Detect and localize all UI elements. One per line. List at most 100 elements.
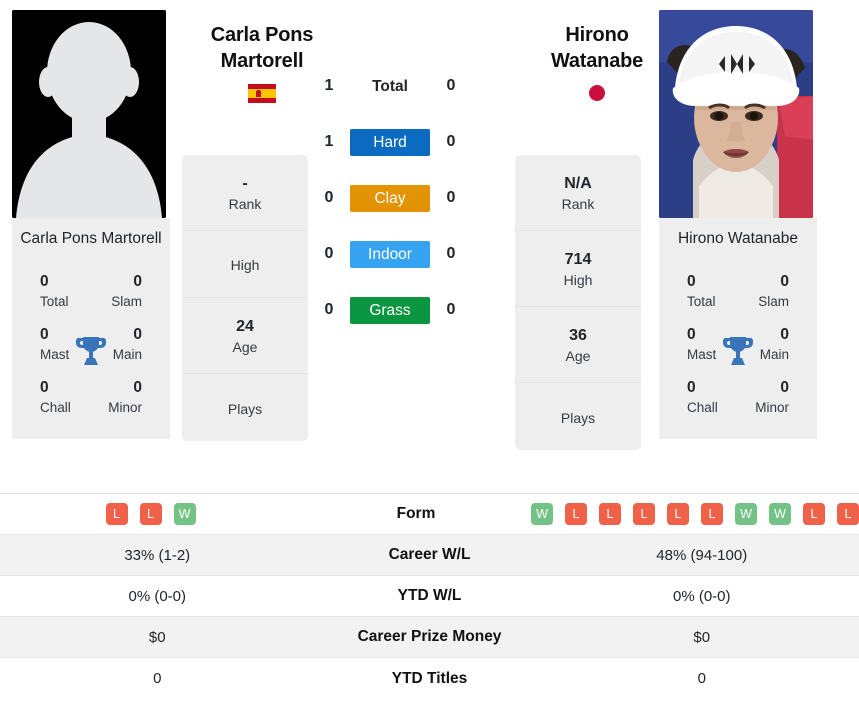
stat-row-ytd-titles: 0 YTD Titles 0 (0, 658, 859, 699)
trophy-icon (76, 336, 106, 365)
label: Plays (560, 409, 596, 426)
left-info-plays: Plays (182, 374, 308, 441)
label: Total (687, 294, 716, 309)
right-ytd-titles: 0 (697, 670, 706, 687)
form-badge[interactable]: W (531, 503, 553, 525)
right-player-name[interactable]: Hirono Watanabe (534, 22, 660, 74)
label: Age (232, 339, 258, 355)
form-badge[interactable]: L (633, 503, 655, 525)
stat-label-form: Form (396, 505, 436, 522)
stat-label-career-wl: Career W/L (388, 546, 471, 563)
value: 0 (40, 379, 49, 396)
stat-label-ytd-wl: YTD W/L (397, 587, 462, 604)
left-player-photo-caption: Carla Pons Martorell (12, 218, 170, 262)
surface-row-grass: 0 Grass 0 (308, 282, 483, 338)
left-player-photo[interactable] (12, 10, 166, 218)
stat-row-career-wl: 33% (1-2) Career W/L 48% (94-100) (0, 535, 859, 576)
label: Rank (561, 196, 595, 212)
form-badge[interactable]: L (599, 503, 621, 525)
stat-label-ytd-titles: YTD Titles (391, 669, 468, 687)
label: Total (40, 294, 69, 309)
right-score: 0 (446, 189, 456, 206)
stat-row-career-prize-money: $0 Career Prize Money $0 (0, 617, 859, 658)
form-badge[interactable]: L (105, 503, 128, 525)
label: Age (565, 348, 591, 364)
stat-row-form: LLW Form WLLLLLWWLL (0, 494, 859, 535)
right-titles-grid: 0 Total 0 Slam 0 Mast 0 Main 0 Chall 0 M… (659, 262, 817, 439)
left-score: 1 (324, 133, 334, 150)
surface-badge-hard: Hard (350, 128, 430, 156)
right-score: 0 (446, 133, 456, 150)
value: 0 (133, 273, 142, 290)
form-badge[interactable]: L (667, 503, 689, 525)
label: Slam (111, 294, 142, 309)
right-info-age: 36 Age (515, 307, 641, 383)
label: High (563, 272, 593, 288)
surface-label-total: Total (372, 77, 408, 95)
surface-row-hard: 1 Hard 0 (308, 114, 483, 170)
value: 36 (569, 327, 587, 344)
right-player-card[interactable]: Hirono Watanabe 0 Total 0 Slam 0 Mast 0 … (659, 10, 817, 439)
surface-badge-grass: Grass (350, 296, 430, 324)
left-player-name-block: Carla Pons Martorell (199, 22, 325, 106)
right-player-photo[interactable] (659, 10, 813, 218)
right-form-cell: WLLLLLWWLL (531, 503, 859, 525)
form-badge[interactable]: W (173, 503, 196, 525)
label: Rank (228, 196, 262, 212)
left-form-cell: LLW (0, 503, 301, 525)
label: Plays (227, 400, 263, 417)
label: Minor (108, 400, 142, 415)
left-title-minor: 0 Minor (91, 372, 160, 425)
form-badge[interactable]: W (735, 503, 757, 525)
value: 24 (236, 318, 254, 335)
form-badge[interactable]: W (769, 503, 791, 525)
left-info-age: 24 Age (182, 298, 308, 374)
left-score: 0 (324, 301, 334, 318)
comparison-header: Carla Pons Martorell 0 Total 0 Slam 0 Ma… (0, 0, 859, 490)
left-title-total: 0 Total (22, 266, 91, 319)
left-player-name[interactable]: Carla Pons Martorell (199, 22, 325, 74)
right-score: 0 (446, 245, 456, 262)
right-info-plays: Plays (515, 383, 641, 450)
label: Chall (687, 400, 718, 415)
placeholder-avatar-icon (12, 10, 166, 218)
form-badge[interactable]: L (139, 503, 162, 525)
form-badge[interactable]: L (803, 503, 825, 525)
value: 0 (40, 273, 49, 290)
right-score: 0 (446, 301, 456, 318)
value: 0 (687, 379, 696, 396)
right-info-rank: N/A Rank (515, 155, 641, 231)
form-badge[interactable]: L (701, 503, 723, 525)
japan-flag-icon (589, 85, 605, 101)
right-title-chall: 0 Chall (669, 372, 738, 425)
label: Minor (755, 400, 789, 415)
left-titles-grid: 0 Total 0 Slam 0 Mast 0 Main 0 Chall 0 M… (12, 262, 170, 439)
value: 714 (564, 251, 592, 268)
left-player-info-card: - Rank High 24 Age Plays (182, 155, 308, 441)
left-title-slam: 0 Slam (91, 266, 160, 319)
left-ytd-titles: 0 (153, 670, 162, 687)
right-title-minor: 0 Minor (738, 372, 807, 425)
surface-badge-indoor: Indoor (350, 240, 430, 268)
right-player-info-card: N/A Rank 714 High 36 Age Plays (515, 155, 641, 450)
left-ytd-wl: 0% (0-0) (128, 587, 187, 605)
left-score: 0 (324, 189, 334, 206)
left-player-card[interactable]: Carla Pons Martorell 0 Total 0 Slam 0 Ma… (12, 10, 170, 439)
form-badge[interactable]: L (565, 503, 587, 525)
left-title-chall: 0 Chall (22, 372, 91, 425)
form-badge[interactable]: L (837, 503, 859, 525)
value: 0 (780, 379, 789, 396)
right-career-prize-money: $0 (693, 628, 711, 646)
right-career-wl: 48% (94-100) (656, 546, 748, 564)
value: 0 (687, 273, 696, 290)
left-info-high: High (182, 231, 308, 298)
head-to-head-stats-table: LLW Form WLLLLLWWLL 33% (1-2) Career W/L… (0, 493, 859, 699)
value: - (242, 175, 248, 192)
right-title-slam: 0 Slam (738, 266, 807, 319)
left-score: 0 (324, 245, 334, 262)
right-player-photo-caption: Hirono Watanabe (659, 218, 817, 262)
label: Chall (40, 400, 71, 415)
left-career-prize-money: $0 (148, 628, 166, 646)
right-ytd-wl: 0% (0-0) (672, 587, 731, 605)
left-career-wl: 33% (1-2) (124, 546, 191, 564)
